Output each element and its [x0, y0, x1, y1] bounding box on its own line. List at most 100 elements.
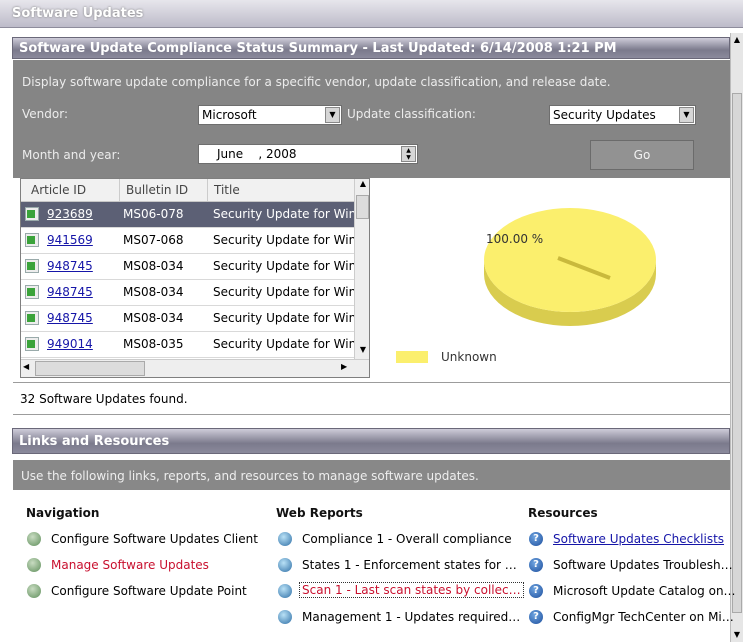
table-row[interactable]: 949014 MS08-035 Security Update for Win: [21, 332, 357, 358]
bulletin-id: MS06-078: [123, 207, 184, 221]
nav-link-label[interactable]: Configure Software Update Point: [51, 584, 247, 598]
scroll-up-icon[interactable]: ▲: [731, 33, 743, 47]
nav-link-label[interactable]: Manage Software Updates: [51, 558, 209, 572]
navigate-arrow-icon: [27, 532, 41, 546]
update-title: Security Update for Win: [213, 311, 357, 325]
table-row[interactable]: 948745 MS08-034 Security Update for Win: [21, 254, 357, 280]
scroll-down-icon[interactable]: ▼: [731, 628, 743, 642]
updates-grid: Article ID Bulletin ID Title 923689 MS06…: [20, 178, 370, 378]
help-icon: ?: [529, 610, 543, 624]
resource-link-label[interactable]: ConfigMgr TechCenter on Mi…: [553, 610, 734, 624]
help-icon: ?: [529, 558, 543, 572]
scroll-up-icon[interactable]: ▲: [355, 179, 369, 193]
summary-header-title: Software Update Compliance Status Summar…: [19, 41, 617, 56]
update-title: Security Update for Win: [213, 233, 357, 247]
main-vertical-scrollbar[interactable]: ▲ ▼: [730, 33, 743, 642]
report-link-label[interactable]: Compliance 1 - Overall compliance: [302, 532, 512, 546]
bulletin-id: MS08-034: [123, 259, 184, 273]
filter-description: Display software update compliance for a…: [22, 75, 611, 89]
update-icon: [25, 311, 39, 325]
table-row[interactable]: 948745 MS08-034 Security Update for Win: [21, 306, 357, 332]
grid-hscroll-thumb[interactable]: [35, 361, 145, 376]
report-link-label[interactable]: Management 1 - Updates required…: [302, 610, 520, 624]
nav-link-label[interactable]: Configure Software Updates Client: [51, 532, 258, 546]
scroll-left-icon[interactable]: ◀: [23, 362, 29, 371]
article-id-link[interactable]: 948745: [47, 311, 93, 325]
update-title: Security Update for Win: [213, 337, 357, 351]
scroll-thumb[interactable]: [732, 93, 742, 613]
globe-icon: [278, 532, 292, 546]
vendor-select[interactable]: Microsoft ▼: [198, 105, 342, 125]
article-id-link[interactable]: 923689: [47, 207, 93, 221]
grid-vertical-scrollbar[interactable]: ▲ ▼: [354, 179, 369, 359]
web-reports-heading: Web Reports: [276, 506, 363, 520]
update-icon: [25, 259, 39, 273]
links-header-title: Links and Resources: [19, 434, 170, 449]
spin-arrows-icon[interactable]: ▲ ▼: [401, 146, 416, 162]
update-title: Security Update for Win: [213, 259, 357, 273]
report-link-label[interactable]: States 1 - Enforcement states for …: [302, 558, 517, 572]
window-titlebar: Software Updates: [0, 0, 743, 28]
resources-heading: Resources: [528, 506, 598, 520]
vendor-select-value: Microsoft: [202, 108, 257, 122]
navigate-arrow-icon: [27, 584, 41, 598]
report-link-label[interactable]: Scan 1 - Last scan states by collec…: [299, 582, 524, 598]
grid-scroll-thumb[interactable]: [356, 195, 369, 219]
divider: [13, 382, 730, 383]
scroll-down-icon[interactable]: ▼: [355, 345, 369, 359]
navigate-arrow-icon: [27, 558, 41, 572]
resource-link-label[interactable]: Software Updates Checklists: [553, 532, 724, 546]
vendor-label: Vendor:: [22, 107, 68, 121]
globe-icon: [278, 610, 292, 624]
scroll-right-icon[interactable]: ▶: [341, 362, 347, 371]
links-description-panel: Use the following links, reports, and re…: [13, 460, 730, 490]
legend-swatch-unknown: [396, 351, 428, 363]
links-header: Links and Resources: [12, 428, 730, 454]
table-row[interactable]: 948745 MS08-034 Security Update for Win: [21, 280, 357, 306]
update-icon: [25, 337, 39, 351]
help-icon: ?: [529, 532, 543, 546]
update-icon: [25, 233, 39, 247]
bulletin-id: MS07-068: [123, 233, 184, 247]
update-icon: [25, 285, 39, 299]
window-title: Software Updates: [12, 6, 144, 21]
updates-found-count: 32 Software Updates found.: [20, 392, 188, 406]
article-id-link[interactable]: 948745: [47, 259, 93, 273]
column-article-id[interactable]: Article ID: [31, 183, 86, 197]
update-icon: [25, 207, 39, 221]
bulletin-id: MS08-034: [123, 285, 184, 299]
classification-label: Update classification:: [347, 107, 476, 121]
article-id-link[interactable]: 948745: [47, 285, 93, 299]
resource-link-label[interactable]: Microsoft Update Catalog on…: [553, 584, 736, 598]
globe-icon: [278, 558, 292, 572]
column-bulletin-id[interactable]: Bulletin ID: [119, 179, 188, 201]
update-title: Security Update for Win: [213, 285, 357, 299]
table-row[interactable]: 941569 MS07-068 Security Update for Win: [21, 228, 357, 254]
article-id-link[interactable]: 949014: [47, 337, 93, 351]
column-title[interactable]: Title: [207, 179, 240, 201]
go-button[interactable]: Go: [590, 140, 694, 170]
help-icon: ?: [529, 584, 543, 598]
bulletin-id: MS08-035: [123, 337, 184, 351]
article-id-link[interactable]: 941569: [47, 233, 93, 247]
pie-slice-unknown: [484, 208, 656, 312]
bulletin-id: MS08-034: [123, 311, 184, 325]
month-year-picker[interactable]: June , 2008 ▲ ▼: [198, 144, 418, 164]
globe-icon: [278, 584, 292, 598]
pie-data-label: 100.00 %: [486, 232, 544, 246]
update-title: Security Update for Win: [213, 207, 357, 221]
legend-label-unknown: Unknown: [441, 350, 497, 364]
chevron-down-icon[interactable]: ▼: [679, 107, 694, 123]
month-year-value: June , 2008: [217, 147, 297, 161]
links-description: Use the following links, reports, and re…: [21, 469, 479, 483]
grid-header: Article ID Bulletin ID Title: [21, 179, 369, 202]
classification-select[interactable]: Security Updates ▼: [549, 105, 696, 125]
summary-header: Software Update Compliance Status Summar…: [12, 37, 730, 59]
classification-select-value: Security Updates: [553, 108, 656, 122]
navigation-heading: Navigation: [26, 506, 100, 520]
table-row[interactable]: 923689 MS06-078 Security Update for Win: [21, 202, 357, 228]
chevron-down-icon[interactable]: ▼: [325, 107, 340, 123]
compliance-pie-chart: [484, 208, 656, 326]
resource-link-label[interactable]: Software Updates Troublesh…: [553, 558, 733, 572]
grid-horizontal-scrollbar[interactable]: ◀ ▶: [21, 359, 369, 377]
